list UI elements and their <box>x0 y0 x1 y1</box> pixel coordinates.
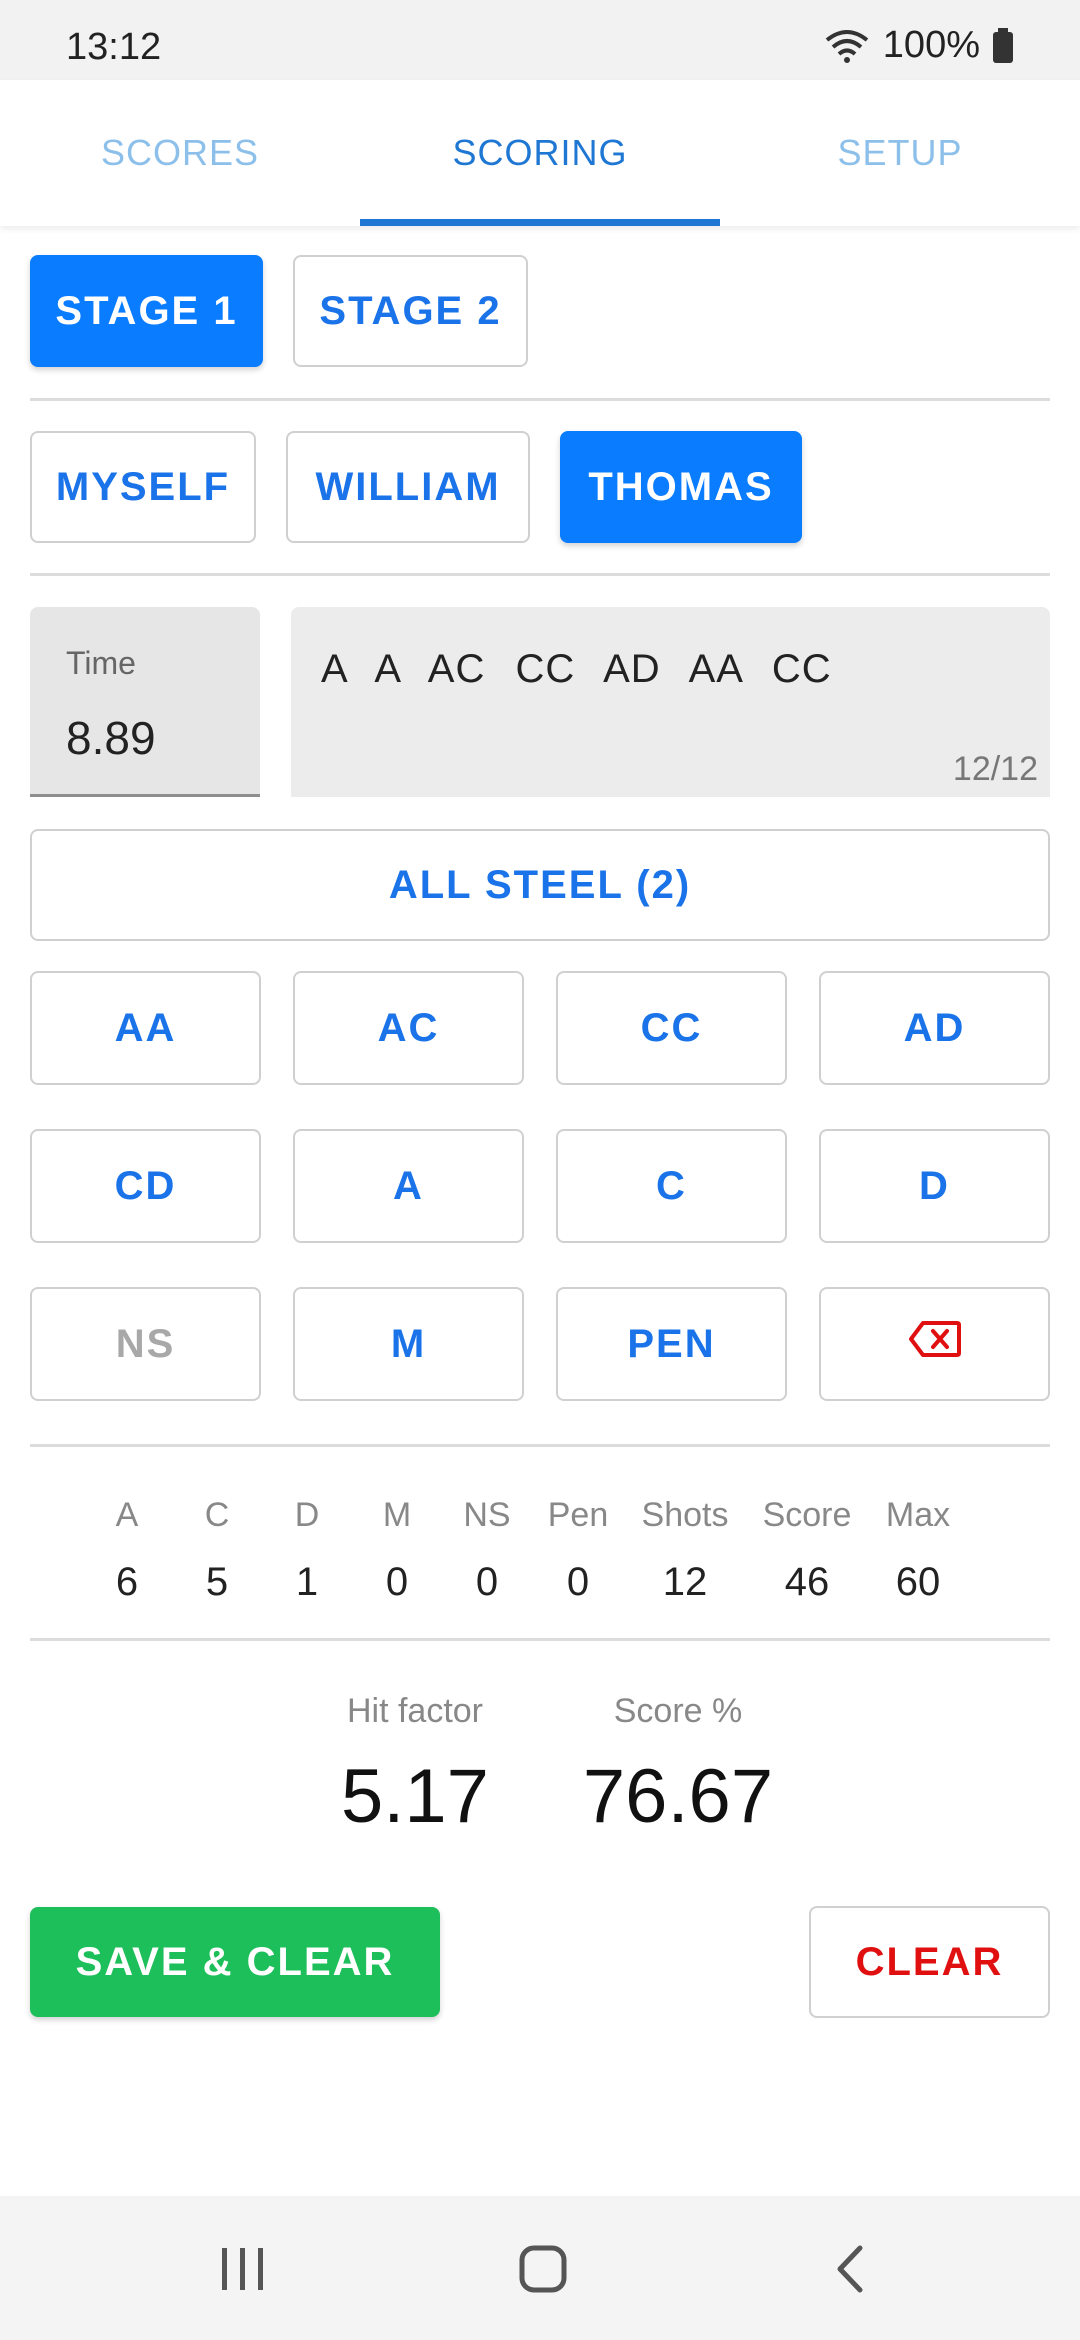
tab-scoring[interactable]: SCORING <box>360 80 720 226</box>
time-value: 8.89 <box>66 712 156 764</box>
battery-icon <box>992 27 1014 64</box>
key-c[interactable]: C <box>556 1129 787 1243</box>
back-icon[interactable] <box>826 2244 876 2299</box>
wifi-icon <box>823 28 871 64</box>
status-right: 100% <box>823 24 1014 67</box>
status-time: 13:12 <box>66 26 162 68</box>
stage-2-button[interactable]: STAGE 2 <box>293 255 528 367</box>
score-percent: Score % 76.67 <box>565 1692 791 1840</box>
recent-apps-icon[interactable] <box>218 2244 268 2299</box>
navigation-bar <box>0 2196 1080 2340</box>
key-cc[interactable]: CC <box>556 971 787 1085</box>
stat-label: Score <box>762 1496 852 1534</box>
stat-value: 60 <box>895 1560 941 1604</box>
stat-value: 0 <box>566 1560 590 1604</box>
key-pen[interactable]: PEN <box>556 1287 787 1401</box>
stage-1-button[interactable]: STAGE 1 <box>30 255 263 367</box>
key-ns[interactable]: NS <box>30 1287 261 1401</box>
backspace-button[interactable] <box>819 1287 1050 1401</box>
save-clear-button[interactable]: SAVE & CLEAR <box>30 1907 440 2017</box>
stat-score: Score 46 <box>752 1496 862 1605</box>
stat-value: 46 <box>784 1560 830 1604</box>
backspace-icon <box>908 1321 961 1367</box>
key-ac[interactable]: AC <box>293 971 524 1085</box>
divider <box>30 1444 1050 1447</box>
clear-button[interactable]: CLEAR <box>809 1906 1050 2018</box>
hit-factor: Hit factor 5.17 <box>315 1692 515 1840</box>
divider <box>30 573 1050 576</box>
stat-label: Pen <box>547 1496 609 1534</box>
shooter-thomas-button[interactable]: THOMAS <box>560 431 802 543</box>
status-bar: 13:12 100% <box>0 0 1080 80</box>
stat-value: 12 <box>662 1560 708 1604</box>
tab-bar: SCORES SCORING SETUP <box>0 80 1080 226</box>
stat-label: Shots <box>641 1496 729 1534</box>
key-m[interactable]: M <box>293 1287 524 1401</box>
tab-setup[interactable]: SETUP <box>720 80 1080 226</box>
tab-scores[interactable]: SCORES <box>0 80 360 226</box>
battery-label: 100% <box>882 24 980 66</box>
key-cd[interactable]: CD <box>30 1129 261 1243</box>
divider <box>30 1638 1050 1641</box>
all-steel-button[interactable]: ALL STEEL (2) <box>30 829 1050 941</box>
stat-pen: Pen 0 <box>523 1496 633 1605</box>
key-aa[interactable]: AA <box>30 971 261 1085</box>
time-label: Time <box>66 645 136 681</box>
divider <box>30 398 1050 401</box>
shooter-william-button[interactable]: WILLIAM <box>286 431 530 543</box>
home-icon[interactable] <box>518 2244 568 2299</box>
stat-label: Max <box>885 1496 951 1534</box>
stat-shots: Shots 12 <box>630 1496 740 1605</box>
key-ad[interactable]: AD <box>819 971 1050 1085</box>
key-a[interactable]: A <box>293 1129 524 1243</box>
shots-counter: 12/12 <box>952 750 1038 788</box>
hit-factor-value: 5.17 <box>341 1754 489 1839</box>
score-percent-label: Score % <box>613 1692 743 1730</box>
shooter-myself-button[interactable]: MYSELF <box>30 431 256 543</box>
tab-indicator <box>360 219 720 226</box>
score-percent-value: 76.67 <box>582 1754 774 1839</box>
stat-max: Max 60 <box>863 1496 973 1605</box>
shots-field[interactable]: A A AC CC AD AA CC 12/12 <box>291 607 1050 797</box>
time-field[interactable]: Time 8.89 <box>30 607 260 797</box>
key-d[interactable]: D <box>819 1129 1050 1243</box>
shots-value: A A AC CC AD AA CC <box>321 647 832 691</box>
hit-factor-label: Hit factor <box>346 1692 484 1730</box>
